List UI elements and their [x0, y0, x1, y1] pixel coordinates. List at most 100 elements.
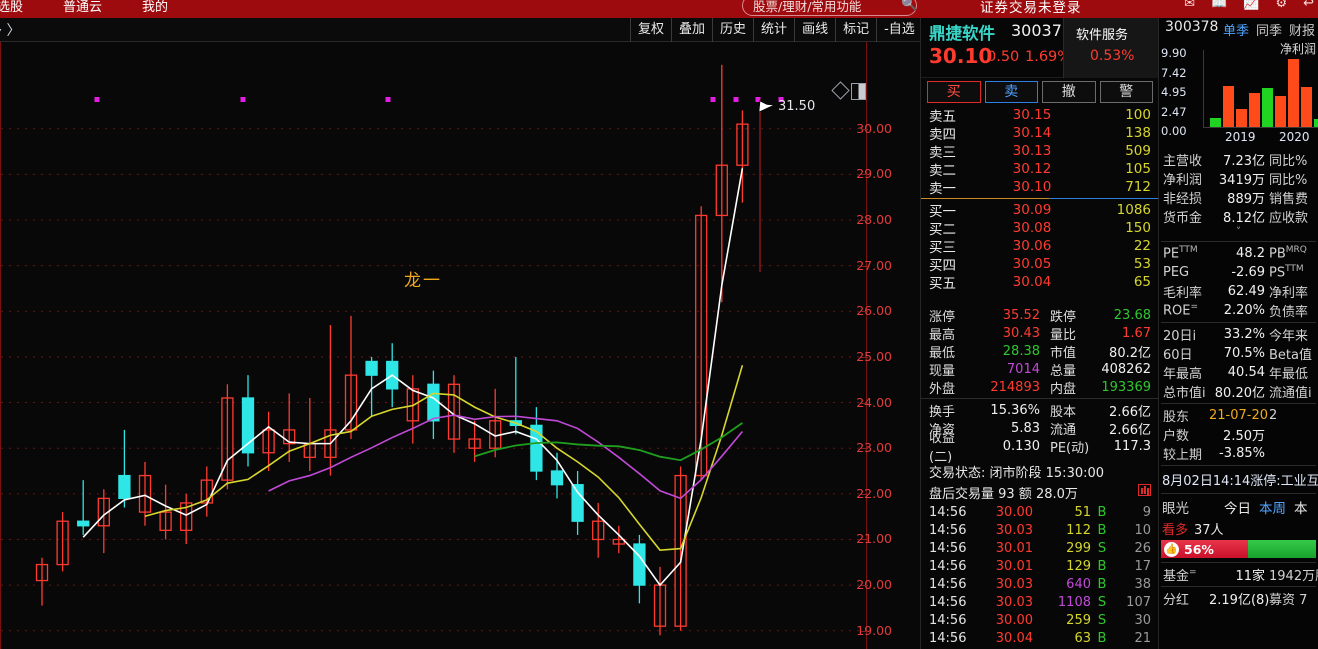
- order-book-row-ask-1[interactable]: 卖四 30.14 138: [921, 124, 1159, 143]
- toolbar-button-lishi[interactable]: 历史: [713, 17, 755, 42]
- order-book-row-bid-3[interactable]: 买四 30.05 53: [921, 255, 1159, 274]
- toolbar-button-zixuan[interactable]: -自选: [877, 17, 923, 42]
- f10-ratio-row[interactable]: PETTM 48.2 PBMRQ: [1159, 244, 1318, 263]
- price-change: 0.50: [987, 49, 1020, 65]
- order-book-row-bid-1[interactable]: 买二 30.08 150: [921, 219, 1159, 238]
- order-book-volume: 105: [1125, 161, 1151, 177]
- mail-icon[interactable]: ✉: [1184, 0, 1195, 11]
- order-book-row-ask-2[interactable]: 卖三 30.13 509: [921, 142, 1159, 161]
- order-book[interactable]: 卖五 30.15 100 卖四 30.14 138 卖三 30.13 509 卖二 30.12 105…: [921, 106, 1159, 292]
- sell-button[interactable]: 卖: [984, 81, 1038, 103]
- f10-holder-row[interactable]: 较上期 -3.85%: [1159, 444, 1318, 463]
- tick-volume: 1108: [1057, 594, 1091, 610]
- nav-item-cloud[interactable]: 普通云: [63, 0, 102, 15]
- f10-financial-row[interactable]: 货币金 8.12亿 应收款: [1159, 207, 1318, 226]
- period-week[interactable]: 本周: [1255, 497, 1290, 517]
- period-today[interactable]: 今日: [1220, 497, 1255, 517]
- chart-toolbar: 复权 叠加 历史 统计 画线 标记 -自选 返回: [630, 17, 964, 42]
- tick-row[interactable]: 14:56 30.03 640 B 38: [921, 575, 1159, 593]
- stat-row-a-3: 现量 7014 总量 408262: [921, 360, 1159, 379]
- toolbar-button-huaxian[interactable]: 画线: [795, 17, 837, 42]
- trading-terminal: 自选股 普通云 我的 股票/理财/常用功能 🔍 证券交易未登录 ✉ 📖 📈 ⚙ …: [0, 0, 1318, 649]
- f10-ratio-row[interactable]: ROE= 2.20% 负债率: [1159, 301, 1318, 320]
- f10-holder-row[interactable]: 股东 21-07-20 2: [1159, 406, 1318, 425]
- dividend-value: 2.19亿(8): [1209, 593, 1270, 608]
- f10-financial-row[interactable]: 非经损 889万 销售费: [1159, 188, 1318, 207]
- price-axis-tick: [861, 402, 868, 404]
- minichart-bar: [1236, 108, 1247, 127]
- tick-row[interactable]: 14:56 30.04 63 B 21: [921, 629, 1159, 647]
- order-book-row-bid-4[interactable]: 买五 30.04 65: [921, 273, 1159, 292]
- tab-tongji[interactable]: 同季: [1256, 20, 1282, 39]
- order-book-price: 30.15: [1012, 107, 1052, 123]
- order-book-row-bid-0[interactable]: 买一 30.09 1086: [921, 201, 1159, 220]
- volume-chart-icon[interactable]: [1138, 484, 1151, 496]
- chevron-down-icon[interactable]: ˅: [1159, 226, 1318, 239]
- stat-key-2: 跌停: [1050, 309, 1077, 325]
- book-icon[interactable]: 📖: [1211, 0, 1227, 11]
- order-book-row-ask-4[interactable]: 卖一 30.10 712: [921, 178, 1159, 197]
- search-input[interactable]: 股票/理财/常用功能: [742, 0, 917, 16]
- tick-row[interactable]: 14:56 30.01 299 S 26: [921, 539, 1159, 557]
- buy-button[interactable]: 买: [927, 81, 981, 103]
- f10-stock-code: 300378: [1165, 19, 1219, 35]
- toolbar-button-biaoji[interactable]: 标记: [836, 17, 878, 42]
- tab-danji[interactable]: 单季: [1223, 20, 1249, 39]
- tick-row[interactable]: 14:56 30.00 51 B 9: [921, 503, 1159, 521]
- f10-performance-row[interactable]: 总市值i 80.20亿 流通值i: [1159, 382, 1318, 401]
- toolbar-button-tongji[interactable]: 统计: [754, 17, 796, 42]
- trade-status-text: 交易状态: 闭市阶段 15:30:00: [929, 466, 1105, 481]
- sentiment-bar[interactable]: 👍 56%: [1161, 540, 1316, 560]
- f10-performance-row[interactable]: 年最高 40.54 年最低: [1159, 363, 1318, 382]
- tick-side: B: [1097, 558, 1107, 574]
- search-icon[interactable]: 🔍: [901, 0, 917, 12]
- order-book-row-ask-3[interactable]: 卖二 30.12 105: [921, 160, 1159, 179]
- stat-value-2: 193369: [1101, 379, 1151, 395]
- f10-value: 62.49: [1227, 284, 1265, 299]
- tick-row[interactable]: 14:56 30.01 129 B 17: [921, 557, 1159, 575]
- stat-value: 5.83: [1011, 420, 1040, 436]
- stats-divider: [921, 398, 1159, 399]
- net-profit-minichart[interactable]: 净利润 9.90 7.42 4.95 2.47 0.00 2019 2020: [1159, 38, 1318, 150]
- period-month[interactable]: 本: [1290, 497, 1312, 517]
- stat-key-2: 流通: [1050, 422, 1077, 438]
- f10-financial-row[interactable]: 主营收 7.23亿 同比%: [1159, 150, 1318, 169]
- breadcrumb[interactable]: 多 〉: [0, 20, 20, 40]
- minichart-bar: [1288, 59, 1299, 127]
- nav-item-mine[interactable]: 我的: [142, 0, 168, 15]
- f10-superscript: TTM: [1179, 245, 1198, 256]
- tick-row[interactable]: 14:56 30.00 259 S 30: [921, 611, 1159, 629]
- toolbar-button-fuquan[interactable]: 复权: [630, 17, 673, 42]
- f10-ratio-row[interactable]: PEG -2.69 PSTTM: [1159, 263, 1318, 282]
- tick-list[interactable]: 14:56 30.00 51 B 9 14:56 30.03 112 B 10 14:56 30.01…: [921, 503, 1159, 649]
- f10-performance-row[interactable]: 20日i 33.2% 今年来: [1159, 325, 1318, 344]
- f10-financial-row[interactable]: 净利润 3419万 同比%: [1159, 169, 1318, 188]
- gear-icon[interactable]: ⚙: [1275, 0, 1287, 11]
- chart-icon[interactable]: 📈: [1243, 0, 1259, 11]
- order-book-row-bid-2[interactable]: 买三 30.06 22: [921, 237, 1159, 256]
- candlestick-chart[interactable]: 30.00 29.00 28.00 27.00 26.00 25.00 24.00 23.00…: [0, 42, 920, 649]
- alert-button[interactable]: 警: [1099, 81, 1153, 103]
- price-axis-tick: [861, 630, 868, 632]
- minichart-plot: [1203, 50, 1318, 128]
- f10-key: 年最高: [1163, 367, 1203, 382]
- tick-row[interactable]: 14:56 30.03 1108 S 107: [921, 593, 1159, 611]
- f10-holder-row[interactable]: 户数 2.50万: [1159, 425, 1318, 444]
- tab-caibao[interactable]: 财报: [1289, 20, 1315, 39]
- order-book-level-label: 买五: [929, 276, 956, 292]
- toolbar-button-diejia[interactable]: 叠加: [672, 17, 714, 42]
- tick-price: 30.01: [995, 540, 1033, 556]
- nav-item-watchlist[interactable]: 自选股: [0, 0, 23, 15]
- f10-tabs: 单季 同季 财报: [1223, 20, 1315, 39]
- box-tool-icon[interactable]: [851, 83, 866, 100]
- order-book-level-label: 买三: [929, 240, 956, 256]
- f10-performance-row[interactable]: 60日 70.5% Beta值: [1159, 344, 1318, 363]
- tick-row[interactable]: 14:56 30.03 112 B 10: [921, 521, 1159, 539]
- news-headline[interactable]: 8月02日14:14涨停:工业互: [1159, 468, 1318, 491]
- back-icon[interactable]: ↩: [1303, 0, 1314, 11]
- order-book-price: 30.08: [1012, 220, 1052, 236]
- order-book-row-ask-0[interactable]: 卖五 30.15 100: [921, 106, 1159, 125]
- software-service-box[interactable]: 软件服务 0.53%: [1063, 18, 1158, 78]
- f10-ratio-row[interactable]: 毛利率 62.49 净利率: [1159, 282, 1318, 301]
- cancel-button[interactable]: 撤: [1042, 81, 1096, 103]
